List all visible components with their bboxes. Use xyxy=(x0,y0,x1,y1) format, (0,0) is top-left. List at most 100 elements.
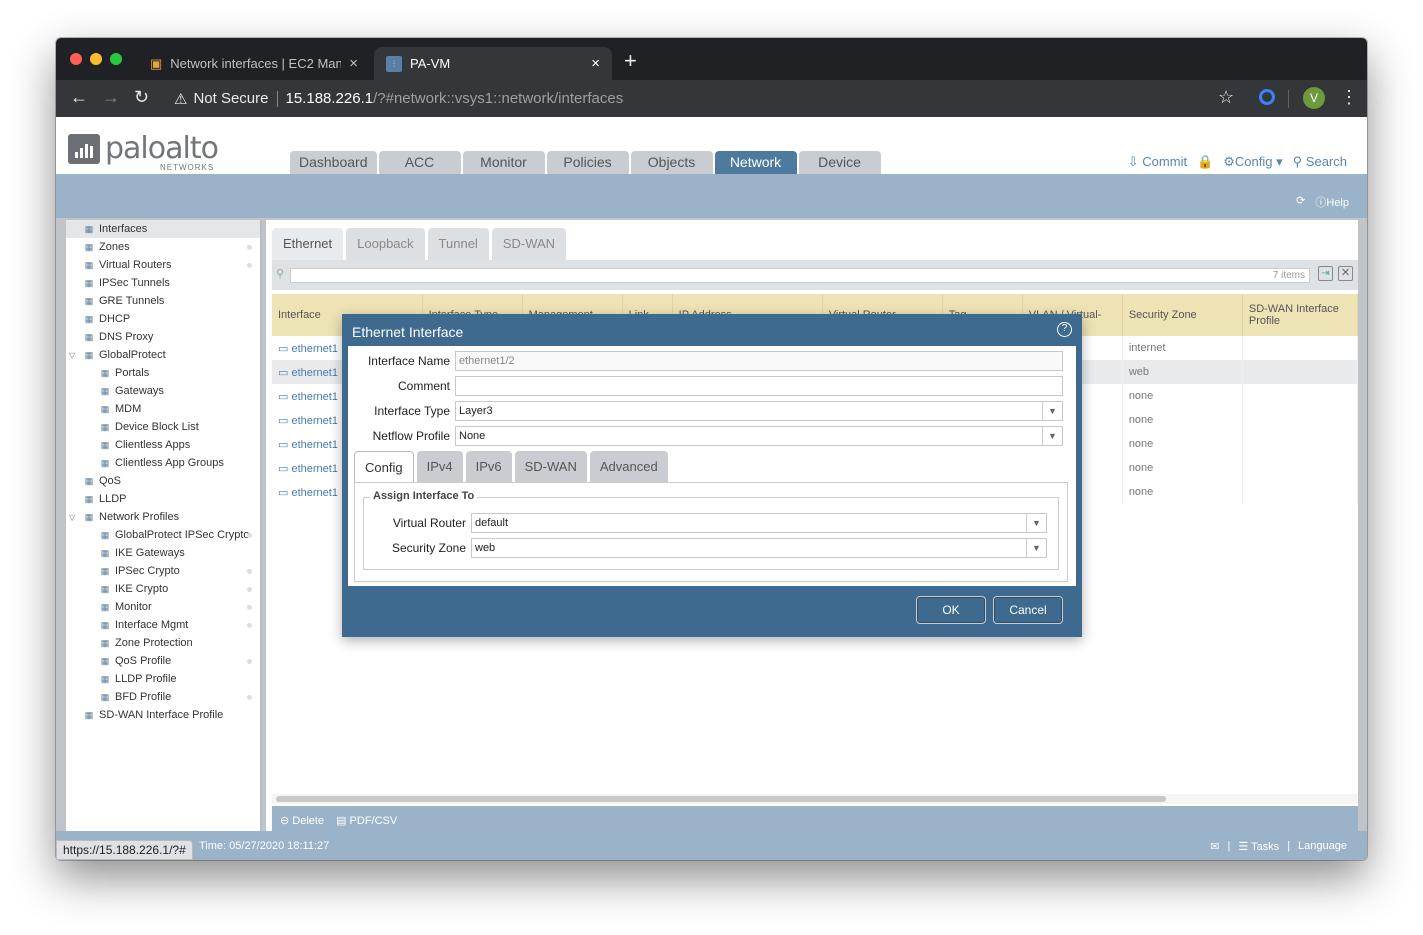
sidebar-item-network-profiles[interactable]: ▽ ▦ Network Profiles xyxy=(66,508,260,526)
search-button[interactable]: ⚲ Search xyxy=(1293,154,1347,170)
security-zone-select[interactable]: web ▼ xyxy=(471,538,1047,558)
sidebar-item-ike-gateways[interactable]: ▦ IKE Gateways xyxy=(66,544,260,562)
sidebar-item-qos-profile[interactable]: ▦ QoS Profile xyxy=(66,652,260,670)
language-link[interactable]: Language xyxy=(1298,840,1347,853)
sidebar-item-clientless-apps[interactable]: ▦ Clientless Apps xyxy=(66,436,260,454)
back-arrow-icon[interactable]: ← xyxy=(70,87,88,108)
ok-button[interactable]: OK xyxy=(916,596,986,624)
interface-link[interactable]: ethernet1 xyxy=(291,439,337,451)
clear-filter-icon[interactable]: ✕ xyxy=(1338,266,1353,281)
tab-advanced[interactable]: Advanced xyxy=(589,451,668,482)
tab-config[interactable]: Config xyxy=(354,451,414,482)
nav-tab-device[interactable]: Device xyxy=(798,151,881,174)
nav-tab-acc[interactable]: ACC xyxy=(378,151,461,174)
tab-sdwan[interactable]: SD-WAN xyxy=(514,451,587,482)
sidebar-item-lldp-profile[interactable]: ▦ LLDP Profile xyxy=(66,670,260,688)
menu-kebab-icon[interactable]: ⋮ xyxy=(1340,87,1358,108)
close-window-button[interactable] xyxy=(70,53,82,65)
sidebar-item-qos[interactable]: ▦ QoS xyxy=(66,472,260,490)
new-tab-button[interactable]: + xyxy=(624,48,637,74)
scrollbar-thumb[interactable] xyxy=(276,796,1166,802)
horizontal-scrollbar[interactable] xyxy=(272,794,1358,804)
tab-tunnel[interactable]: Tunnel xyxy=(427,228,489,260)
filter-input[interactable]: 7 items xyxy=(290,268,1310,283)
delete-button[interactable]: ⊖ Delete xyxy=(280,814,324,827)
sidebar-item-gateways[interactable]: ▦ Gateways xyxy=(66,382,260,400)
apply-filter-icon[interactable]: ⇥ xyxy=(1318,266,1333,281)
close-tab-icon[interactable]: × xyxy=(349,55,358,72)
help-icon[interactable]: ? xyxy=(1057,322,1072,337)
sidebar-item-monitor[interactable]: ▦ Monitor xyxy=(66,598,260,616)
expand-caret-icon[interactable]: ▽ xyxy=(69,513,75,522)
table-cell xyxy=(1242,360,1359,384)
maximize-window-button[interactable] xyxy=(110,53,122,65)
interface-link[interactable]: ethernet1 xyxy=(291,343,337,355)
sidebar-item-ike-crypto[interactable]: ▦ IKE Crypto xyxy=(66,580,260,598)
comment-label: Comment xyxy=(397,379,450,393)
nav-tab-dashboard[interactable]: Dashboard xyxy=(290,151,377,174)
tab-ethernet[interactable]: Ethernet xyxy=(272,228,344,260)
sidebar-item-label: DNS Proxy xyxy=(99,331,154,343)
interface-link[interactable]: ethernet1 xyxy=(291,367,337,379)
tab-sdwan[interactable]: SD-WAN xyxy=(491,228,567,260)
tab-loopback[interactable]: Loopback xyxy=(346,228,425,260)
tab-ipv4[interactable]: IPv4 xyxy=(416,451,463,482)
bookmark-star-icon[interactable]: ☆ xyxy=(1218,87,1234,108)
export-button[interactable]: ▤ PDF/CSV xyxy=(336,814,397,827)
sidebar-item-lldp[interactable]: ▦ LLDP xyxy=(66,490,260,508)
sidebar-item-dhcp[interactable]: ▦ DHCP xyxy=(66,310,260,328)
dialog-tabs: Config IPv4 IPv6 SD-WAN Advanced xyxy=(354,451,668,482)
column-header[interactable]: Security Zone xyxy=(1122,294,1243,336)
interface-link[interactable]: ethernet1 xyxy=(291,487,337,499)
browser-tab-pavm[interactable]: ⫶ PA-VM × xyxy=(374,47,612,80)
lock-icon[interactable]: 🔒 xyxy=(1197,154,1213,170)
nav-tab-objects[interactable]: Objects xyxy=(630,151,713,174)
sidebar-item-dns-proxy[interactable]: ▦ DNS Proxy xyxy=(66,328,260,346)
profile-avatar[interactable]: V xyxy=(1303,87,1325,109)
mail-icon[interactable]: ✉ xyxy=(1210,840,1219,853)
sidebar-item-ipsec-tunnels[interactable]: ▦ IPSec Tunnels xyxy=(66,274,260,292)
comment-input[interactable] xyxy=(455,376,1063,396)
interface-link[interactable]: ethernet1 xyxy=(291,463,337,475)
sidebar-item-globalprotect-ipsec-crypto[interactable]: ▦ GlobalProtect IPSec Crypto xyxy=(66,526,260,544)
sidebar-item-sd-wan-interface-profile[interactable]: ▦ SD-WAN Interface Profile xyxy=(66,706,260,724)
tab-ipv6[interactable]: IPv6 xyxy=(465,451,512,482)
sidebar-item-interfaces[interactable]: ▦ Interfaces xyxy=(66,220,260,238)
browser-tab-ec2[interactable]: ▣ Network interfaces | EC2 Mana × xyxy=(138,47,370,80)
config-panel: Assign Interface To Virtual Router defau… xyxy=(354,482,1068,582)
sidebar-item-gre-tunnels[interactable]: ▦ GRE Tunnels xyxy=(66,292,260,310)
sidebar-item-bfd-profile[interactable]: ▦ BFD Profile xyxy=(66,688,260,706)
close-tab-icon[interactable]: × xyxy=(591,55,600,72)
config-menu[interactable]: ⚙Config ▾ xyxy=(1223,154,1282,170)
sidebar-item-portals[interactable]: ▦ Portals xyxy=(66,364,260,382)
extension-icon[interactable] xyxy=(1259,89,1275,105)
sidebar-item-device-block-list[interactable]: ▦ Device Block List xyxy=(66,418,260,436)
column-header[interactable]: SD-WAN Interface Profile xyxy=(1242,294,1359,336)
sidebar-item-mdm[interactable]: ▦ MDM xyxy=(66,400,260,418)
virtual-router-select[interactable]: default ▼ xyxy=(471,513,1047,533)
netflow-select[interactable]: None ▼ xyxy=(455,426,1063,446)
sidebar-item-ipsec-crypto[interactable]: ▦ IPSec Crypto xyxy=(66,562,260,580)
expand-caret-icon[interactable]: ▽ xyxy=(69,351,75,360)
sidebar-item-virtual-routers[interactable]: ▦ Virtual Routers xyxy=(66,256,260,274)
sidebar-item-zone-protection[interactable]: ▦ Zone Protection xyxy=(66,634,260,652)
address-bar[interactable]: ⚠ Not Secure 15.188.226.1/?#network::vsy… xyxy=(162,84,1292,113)
refresh-icon[interactable]: ⟳ xyxy=(1296,194,1305,210)
sidebar-item-clientless-app-groups[interactable]: ▦ Clientless App Groups xyxy=(66,454,260,472)
minimize-window-button[interactable] xyxy=(90,53,102,65)
help-button[interactable]: ⓘHelp xyxy=(1315,194,1349,210)
reload-icon[interactable]: ↻ xyxy=(134,87,149,108)
forward-arrow-icon[interactable]: → xyxy=(102,87,120,108)
cancel-button[interactable]: Cancel xyxy=(993,596,1063,624)
tasks-button[interactable]: ☰ Tasks xyxy=(1238,840,1279,853)
interface-link[interactable]: ethernet1 xyxy=(291,415,337,427)
nav-tab-monitor[interactable]: Monitor xyxy=(462,151,545,174)
sidebar-item-globalprotect[interactable]: ▽ ▦ GlobalProtect xyxy=(66,346,260,364)
sidebar-item-zones[interactable]: ▦ Zones xyxy=(66,238,260,256)
nav-tab-network[interactable]: Network xyxy=(714,151,797,174)
nav-tab-policies[interactable]: Policies xyxy=(546,151,629,174)
interface-type-select[interactable]: Layer3 ▼ xyxy=(455,401,1063,421)
interface-link[interactable]: ethernet1 xyxy=(291,391,337,403)
sidebar-item-interface-mgmt[interactable]: ▦ Interface Mgmt xyxy=(66,616,260,634)
commit-button[interactable]: ⇩ Commit xyxy=(1128,154,1187,170)
